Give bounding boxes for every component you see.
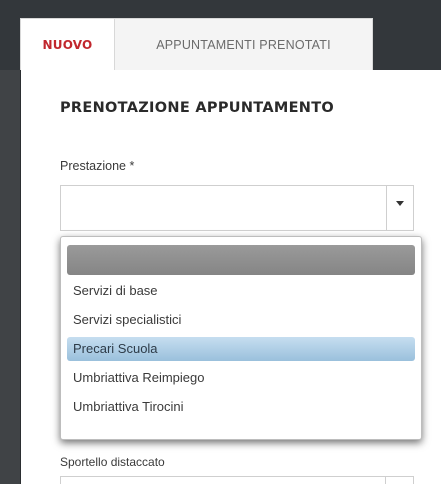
prestazione-label: Prestazione *	[60, 159, 135, 173]
chevron-down-icon	[396, 200, 404, 206]
prestazione-dropdown-list: Servizi di base Servizi specialistici Pr…	[60, 236, 422, 440]
select-divider	[385, 477, 386, 484]
sportello-distaccato-select[interactable]	[60, 476, 414, 484]
dropdown-option-servizi-specialistici[interactable]: Servizi specialistici	[67, 308, 415, 332]
page-title: PRENOTAZIONE APPUNTAMENTO	[60, 100, 335, 116]
sportello-distaccato-label: Sportello distaccato	[60, 455, 165, 469]
tab-nuovo[interactable]: NUOVO	[20, 18, 115, 70]
dropdown-option-umbriattiva-reimpiego[interactable]: Umbriattiva Reimpiego	[67, 366, 415, 390]
left-sidebar-strip	[0, 70, 20, 484]
tab-bar: NUOVO APPUNTAMENTI PRENOTATI	[20, 18, 441, 70]
dropdown-option-empty[interactable]	[67, 245, 415, 275]
dropdown-option-servizi-di-base[interactable]: Servizi di base	[67, 279, 415, 303]
dropdown-option-umbriattiva-tirocini[interactable]: Umbriattiva Tirocini	[67, 395, 415, 419]
dropdown-toggle-button[interactable]	[386, 186, 413, 230]
prestazione-select[interactable]	[60, 185, 414, 231]
tab-appuntamenti-prenotati[interactable]: APPUNTAMENTI PRENOTATI	[115, 18, 373, 70]
dropdown-option-precari-scuola[interactable]: Precari Scuola	[67, 337, 415, 361]
